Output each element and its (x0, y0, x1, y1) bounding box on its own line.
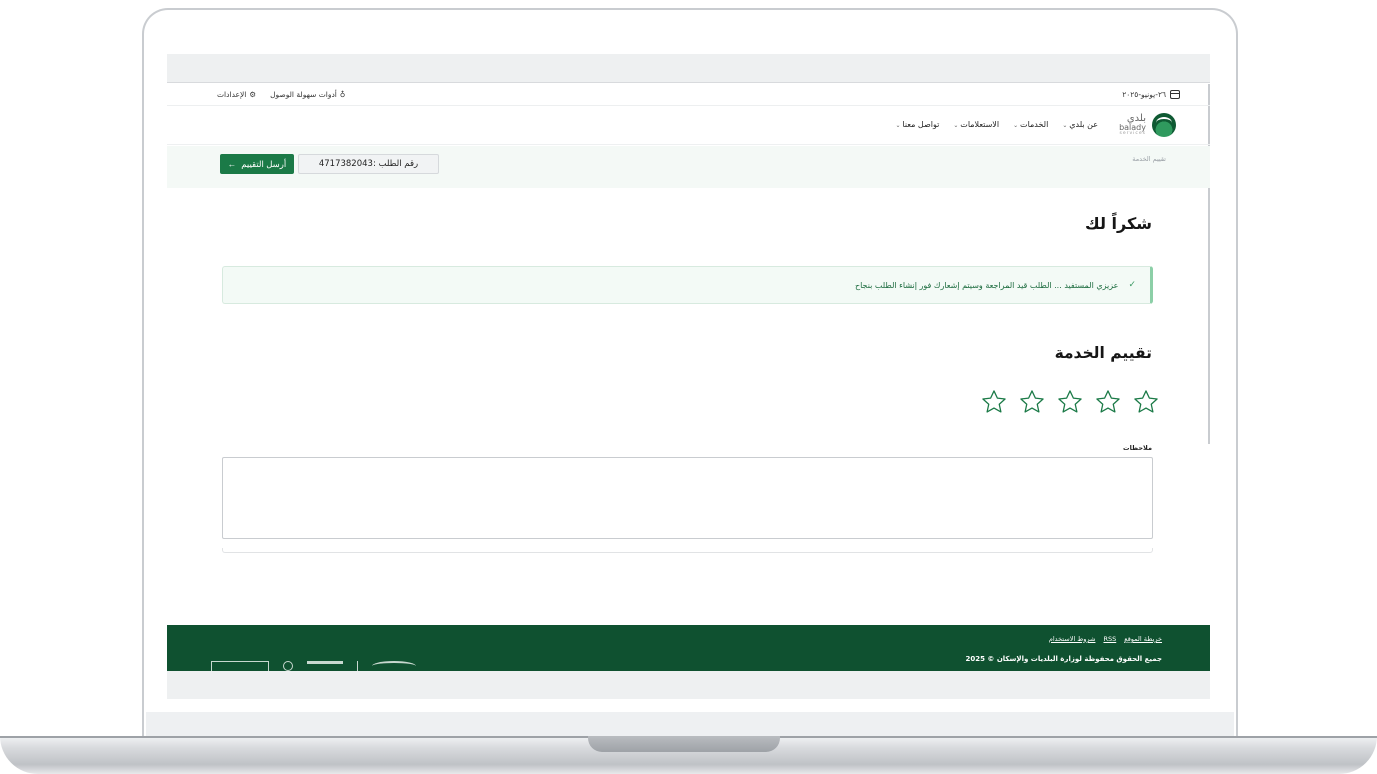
emblem-icon (283, 661, 293, 671)
arrow-left-icon: ← (227, 159, 237, 169)
palm-logo-icon (1152, 113, 1176, 137)
laptop-mockup: ٢٦-يونيو-٢٠٢٥ ♁ أدوات سهولة الوصول ⚙ الإ… (0, 0, 1377, 774)
nav-item-services[interactable]: الخدمات (1013, 120, 1048, 129)
laptop-notch (588, 736, 780, 752)
nav-item-contact[interactable]: تواصل معنا (895, 120, 939, 129)
send-rating-button[interactable]: أرسل التقييم ← (220, 154, 294, 174)
notes-textarea[interactable] (222, 457, 1153, 539)
footer-partner-logos (211, 661, 416, 671)
notes-label: ملاحظات (1123, 444, 1152, 452)
logo-text-sub: services (1119, 130, 1146, 136)
copyright-text: جميع الحقوق محفوظة لوزارة البلديات والإس… (965, 655, 1162, 663)
date-text: ٢٦-يونيو-٢٠٢٥ (1122, 90, 1166, 99)
notes-divider (222, 548, 1153, 553)
settings-button[interactable]: ⚙ الإعدادات (217, 90, 256, 99)
footer-link-rss[interactable]: RSS (1103, 635, 1116, 643)
footer-logo-divider (357, 661, 358, 671)
nav-item-inquiries[interactable]: الاستعلامات (953, 120, 999, 129)
site-footer: خريطة الموقع RSS شروط الاستخدام جميع الح… (167, 625, 1210, 671)
browser-chrome (167, 54, 1210, 83)
check-icon: ✓ (1128, 280, 1136, 290)
star-icon[interactable] (1056, 388, 1084, 416)
balady-logo[interactable]: بلدي balady services (1119, 113, 1176, 137)
laptop-bezel (146, 712, 1234, 736)
page-header-band: تقييم الخدمة رقم الطلب :4717382043 أرسل … (167, 146, 1210, 188)
utility-bar: ٢٦-يونيو-٢٠٢٥ ♁ أدوات سهولة الوصول ⚙ الإ… (167, 84, 1210, 106)
screen: ٢٦-يونيو-٢٠٢٥ ♁ أدوات سهولة الوصول ⚙ الإ… (167, 54, 1210, 699)
footer-link-sitemap[interactable]: خريطة الموقع (1124, 635, 1162, 643)
order-number-badge: رقم الطلب :4717382043 (298, 154, 439, 174)
partner-logo-icon (211, 661, 269, 671)
gear-icon: ⚙ (249, 90, 257, 99)
footer-link-terms[interactable]: شروط الاستخدام (1049, 635, 1096, 643)
ministry-logo-icon (372, 661, 416, 671)
send-rating-label: أرسل التقييم (241, 158, 287, 169)
main-navbar: بلدي balady services عن بلدي الخدمات الا… (167, 107, 1210, 145)
nav-item-about[interactable]: عن بلدي (1062, 120, 1098, 129)
accessibility-button[interactable]: ♁ أدوات سهولة الوصول (270, 90, 345, 99)
star-icon[interactable] (980, 388, 1008, 416)
star-icon[interactable] (1018, 388, 1046, 416)
nav-menu: عن بلدي الخدمات الاستعلامات تواصل معنا (895, 120, 1098, 129)
success-alert: ✓ عزيزي المستفيد ... الطلب قيد المراجعة … (222, 266, 1153, 304)
vision-logo-icon (307, 661, 343, 671)
star-icon[interactable] (1094, 388, 1122, 416)
star-icon[interactable] (1132, 388, 1160, 416)
alert-text: عزيزي المستفيد ... الطلب قيد المراجعة وس… (854, 280, 1119, 290)
accessibility-icon: ♁ (339, 90, 346, 99)
footer-links: خريطة الموقع RSS شروط الاستخدام (1049, 635, 1162, 643)
star-rating (980, 388, 1160, 416)
accessibility-label: أدوات سهولة الوصول (270, 90, 337, 99)
rating-title: تقييم الخدمة (1054, 344, 1152, 362)
breadcrumb[interactable]: تقييم الخدمة (1132, 155, 1166, 163)
logo-wordmark: بلدي balady services (1119, 113, 1146, 137)
page-title: شكراً لك (1085, 214, 1152, 233)
calendar-icon (1170, 90, 1180, 99)
date-display: ٢٦-يونيو-٢٠٢٥ (1122, 90, 1180, 99)
browser-bottom-strip (167, 671, 1210, 699)
utility-tools: ♁ أدوات سهولة الوصول ⚙ الإعدادات (217, 90, 345, 99)
settings-label: الإعدادات (217, 90, 247, 99)
